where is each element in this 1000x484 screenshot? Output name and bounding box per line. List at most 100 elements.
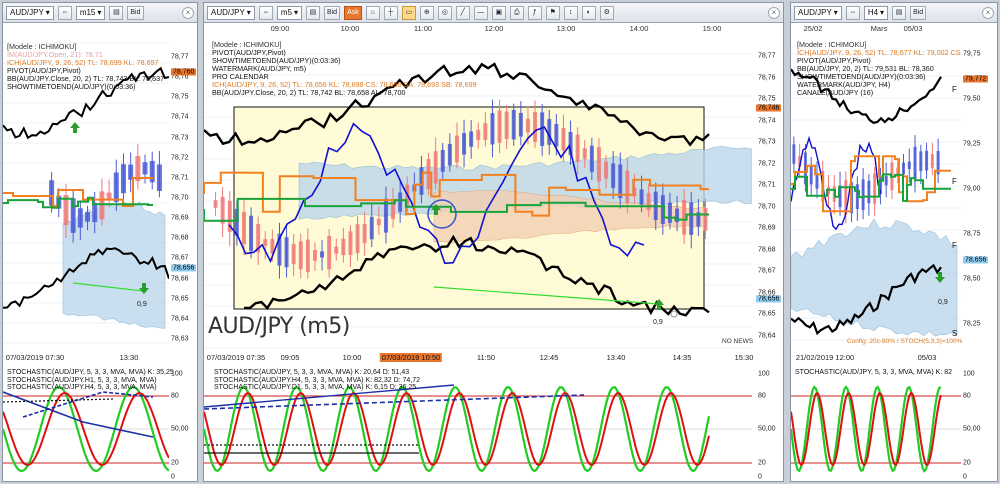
link-icon[interactable]: ⇔	[845, 5, 860, 20]
timeframe-selector[interactable]: m15 ▾	[75, 5, 106, 20]
candle-body	[142, 162, 148, 175]
print-icon[interactable]: ⎙	[509, 5, 524, 20]
color-icon[interactable]: ◐	[581, 5, 596, 20]
axis-tick-label: 20	[963, 459, 971, 467]
indicator-legend: [Modele : ICHIMOKU] IM(AUD/JPY.Open, 21):…	[7, 43, 164, 91]
candle-body	[99, 191, 105, 220]
link-icon[interactable]: ⇔	[57, 5, 72, 20]
chart-window-h4[interactable]: AUD/JPY ▾ ⇔ H4 ▾ ▤ Bid × 25/02 Mars 05/03 …	[790, 2, 998, 482]
candle-body	[469, 131, 474, 147]
candle-body	[447, 143, 452, 166]
ask-button[interactable]: Ask	[344, 5, 362, 20]
stochastic-legend-entry: STOCHASTIC(AUD/JPY, 5, 3, 3, MVA, MVA) K…	[214, 369, 410, 376]
stochastic-pane[interactable]: STOCHASTIC(AUD/JPY, 5, 3, 3, MVA, MVA) K…	[3, 367, 174, 481]
chevron-down-icon: ▾	[833, 7, 838, 17]
legend-entry: CANALE(AUD/JPY (16)	[797, 88, 874, 97]
compass-icon[interactable]: ◎	[437, 5, 452, 20]
candle-body	[156, 164, 162, 191]
bid-button[interactable]: Bid	[910, 5, 927, 20]
chart-window-m5[interactable]: AUD/JPY ▾ ⇔ m5 ▾ ▤ Bid Ask ⌂ ┼ ▭ ⊕ ◎ ╱ ― ▣…	[203, 2, 784, 482]
settings-icon[interactable]: ⚙	[599, 5, 614, 20]
toolbar-m15: AUD/JPY ▾ ⇔ m15 ▾ ▤ Bid ×	[3, 3, 197, 23]
candle-body	[639, 189, 644, 205]
arrow-label: 0,9	[137, 301, 147, 308]
candle-body	[646, 193, 651, 211]
axis-tick-label: 100	[758, 370, 770, 378]
candle-body	[604, 161, 609, 179]
close-icon[interactable]: ×	[768, 6, 780, 19]
close-icon[interactable]: ×	[182, 6, 194, 19]
chart-type-icon[interactable]: ▤	[109, 5, 124, 20]
bid-button[interactable]: Bid	[127, 5, 144, 20]
axis-tick-label: 78,74	[758, 117, 776, 125]
top-time-axis: 09:00 10:00 11:00 12:00 13:00 14:00 15:0…	[204, 24, 752, 34]
symbol-label: AUD/JPY	[10, 7, 44, 17]
price-chart-m5[interactable]: 0,9 [Modele : ICHIMOKU] PIVOT(AUD/JPY,Piv…	[204, 34, 753, 352]
timeframe-selector[interactable]: H4 ▾	[863, 5, 889, 20]
current-price-badge: 78,760	[171, 68, 197, 76]
stochastic-axis: 100 80 50,00 20 0	[961, 367, 991, 481]
time-label: 15:30	[734, 353, 754, 362]
price-chart-m15[interactable]: 0,9 [Modele : ICHIMOKU] IM(AUD/JPY.Open, …	[3, 23, 169, 353]
close-icon[interactable]: ×	[982, 6, 994, 19]
candle-body	[913, 146, 917, 180]
axis-tick-label: 78,65	[758, 310, 776, 318]
candle-body	[327, 235, 332, 270]
indicator-icon[interactable]: ƒ	[527, 5, 542, 20]
kumo-cloud	[791, 218, 958, 337]
time-label: 07/03/2019 07:35	[206, 353, 266, 362]
axis-tick-label: 78,68	[171, 234, 189, 242]
bid-price-badge: 78,656	[756, 295, 782, 303]
chart-type-icon[interactable]: ▤	[892, 5, 907, 20]
symbol-selector[interactable]: AUD/JPY ▾	[207, 5, 255, 20]
candle-body	[582, 148, 587, 159]
candle-body	[398, 192, 403, 212]
toolbar-h4: AUD/JPY ▾ ⇔ H4 ▾ ▤ Bid ×	[791, 3, 997, 23]
chevron-down-icon: ▾	[97, 7, 102, 17]
candle-body	[575, 134, 580, 162]
symbol-label: AUD/JPY	[211, 7, 245, 17]
price-chart-h4[interactable]: F F F S 0,9 [Modele : ICHIMOKU] ICH(AUD/JPY, …	[791, 34, 962, 352]
time-label: 10:00	[340, 24, 360, 33]
axis-tick-label: 100	[963, 370, 975, 378]
chevron-down-icon: ▾	[880, 7, 885, 17]
symbol-selector[interactable]: AUD/JPY ▾	[794, 5, 842, 20]
magnet-icon[interactable]: ⌂	[365, 5, 380, 20]
zoom-icon[interactable]: ⊕	[419, 5, 434, 20]
candle-body	[625, 170, 630, 204]
axis-tick-label: 0	[171, 473, 175, 481]
image-icon[interactable]: ▣	[491, 5, 506, 20]
time-label: 05/03	[917, 353, 937, 362]
axis-tick-label: 78,64	[758, 332, 776, 340]
candle-body	[440, 149, 445, 172]
axis-tick-label: 50,00	[758, 425, 776, 433]
trend-line-icon[interactable]: ╱	[455, 5, 470, 20]
axis-tick-label: 78,70	[758, 203, 776, 211]
axis-tick-label: 80	[758, 392, 766, 400]
horizontal-line-icon[interactable]: ―	[473, 5, 488, 20]
chart-watermark: AUD/JPY (m5)	[208, 314, 350, 339]
symbol-selector[interactable]: AUD/JPY ▾	[6, 5, 54, 20]
candle-body	[92, 202, 98, 223]
time-axis: 07/03/2019 07:30 13:30	[3, 353, 169, 363]
timeframe-selector[interactable]: m5 ▾	[276, 5, 302, 20]
stochastic-pane[interactable]: STOCHASTIC(AUD/JPY, 5, 3, 3, MVA, MVA) K…	[791, 367, 961, 481]
axis-tick-label: 78,68	[758, 246, 776, 254]
scale-icon[interactable]: ↕	[563, 5, 578, 20]
candle-body	[355, 224, 360, 254]
annotation-icon[interactable]: ▭	[401, 5, 416, 20]
crosshair-icon[interactable]: ┼	[383, 5, 398, 20]
chart-window-m15[interactable]: AUD/JPY ▾ ⇔ m15 ▾ ▤ Bid × 0,9 [Modele : IC…	[2, 2, 198, 482]
chart-type-icon[interactable]: ▤	[305, 5, 320, 20]
candle-body	[611, 163, 616, 188]
axis-tick-label: 78,77	[171, 53, 189, 61]
stochastic-pane[interactable]: STOCHASTIC(AUD/JPY, 5, 3, 3, MVA, MVA) K…	[204, 367, 752, 481]
bid-button[interactable]: Bid	[323, 5, 341, 20]
candle-body	[348, 231, 353, 255]
candle-body	[483, 123, 488, 140]
link-icon[interactable]: ⇔	[258, 5, 273, 20]
alert-icon[interactable]: ⚑	[545, 5, 560, 20]
indicator-legend: [Modele : ICHIMOKU] PIVOT(AUD/JPY,Pivot) S…	[212, 41, 477, 97]
axis-tick-label: 78,75	[963, 230, 981, 238]
level-marker: F	[952, 177, 957, 186]
